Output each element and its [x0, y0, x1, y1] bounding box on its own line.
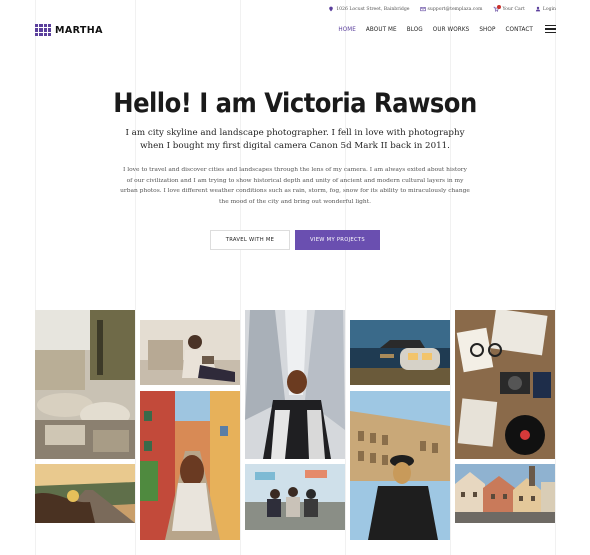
view-projects-button[interactable]: VIEW MY PROJECTS — [295, 230, 380, 250]
nav-item-our-works[interactable]: OUR WORKS — [433, 26, 470, 33]
logo-mark-icon — [35, 24, 51, 36]
camper-van-photo[interactable] — [350, 320, 450, 385]
nav-item-blog[interactable]: BLOG — [407, 26, 423, 33]
road-trip-photo[interactable] — [35, 464, 135, 523]
old-town-photo[interactable] — [455, 464, 555, 523]
woman-reading-photo[interactable] — [140, 320, 240, 385]
site-logo[interactable]: MARTHA — [35, 24, 103, 36]
friends-group-photo[interactable] — [245, 464, 345, 530]
address-info: 1026 Locust Street, Bainbridge — [328, 6, 410, 12]
cart-link[interactable]: Your Cart — [493, 5, 525, 12]
logo-wordmark: MARTHA — [55, 24, 103, 36]
nav-item-shop[interactable]: SHOP — [479, 26, 495, 33]
hamburger-menu-icon[interactable] — [545, 25, 556, 33]
hero-body: I love to travel and discover cities and… — [120, 167, 470, 205]
envelope-icon — [419, 7, 426, 12]
top-info-bar: 1026 Locust Street, Bainbridge support@t… — [328, 4, 556, 14]
nav-item-contact[interactable]: CONTACT — [505, 26, 533, 33]
nav-item-home[interactable]: HOME — [338, 26, 356, 33]
travel-with-me-button[interactable]: TRAVEL WITH ME — [210, 230, 290, 250]
nav-item-about-me[interactable]: ABOUT ME — [366, 26, 397, 33]
colosseum-photo[interactable] — [350, 391, 450, 540]
hero-lead: I am city skyline and landscape photogra… — [125, 128, 465, 151]
cart-text: Your Cart — [502, 6, 525, 12]
flatlay-camera-photo[interactable] — [455, 310, 555, 459]
login-text: Login — [542, 6, 556, 12]
email-info[interactable]: support@templaza.com — [419, 6, 483, 12]
main-nav: HOME ABOUT ME BLOG OUR WORKS SHOP CONTAC… — [338, 25, 556, 33]
login-link[interactable]: Login — [535, 6, 556, 12]
colorful-street-photo[interactable] — [140, 391, 240, 540]
address-text: 1026 Locust Street, Bainbridge — [336, 6, 410, 12]
city-towers-photo[interactable] — [245, 310, 345, 459]
email-text: support@templaza.com — [427, 6, 483, 12]
location-pin-icon — [329, 6, 334, 12]
user-icon — [535, 6, 540, 12]
market-stall-photo[interactable] — [35, 310, 135, 459]
cart-badge — [496, 5, 501, 9]
hero-title: Hello! I am Victoria Rawson — [113, 88, 477, 119]
